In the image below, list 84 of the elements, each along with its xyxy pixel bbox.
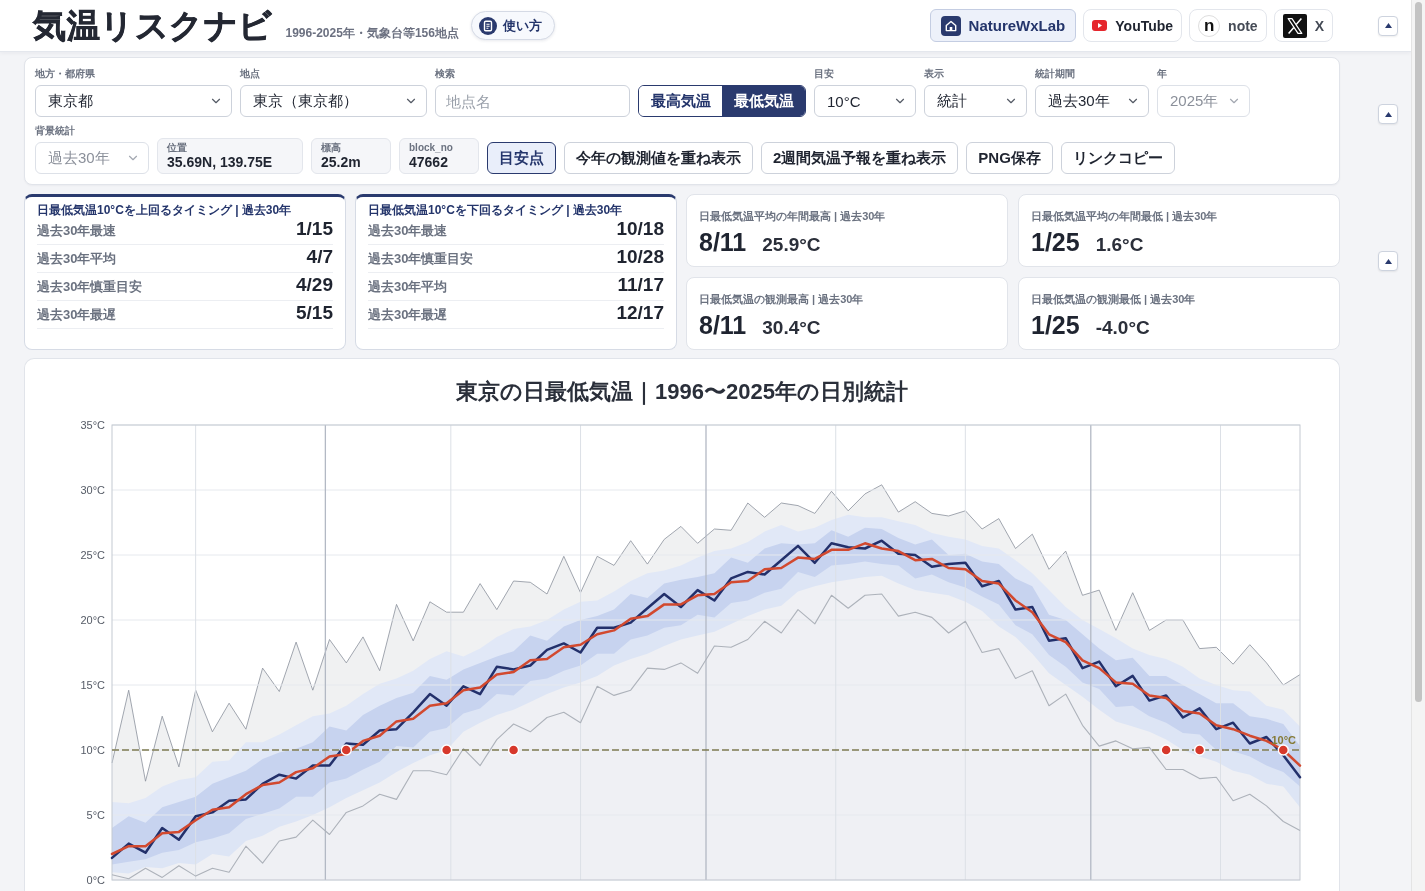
y-axis-label: 20°C [80,614,105,626]
card-title: 日最低気温10°Cを上回るタイミング | 過去30年 [37,203,293,217]
letter-n-icon: n [1198,14,1221,37]
stat-label: 過去30年平均 [368,278,448,296]
caret-up-icon [1384,258,1392,264]
info-value: 47662 [409,153,448,171]
app-subtitle: 1996-2025年・気象台等156地点 [285,24,459,42]
stat-value: 4/7 [306,246,333,268]
date-value: 8/11 [699,227,747,257]
field-label: 表示 [924,68,944,80]
tool-button[interactable]: PNG保存 [966,142,1053,174]
toggle-option[interactable]: 最低気温 [722,86,805,116]
y-axis-label: 10°C [80,744,105,756]
x-icon [1282,13,1307,38]
card-title: 日最低気温の観測最高 | 過去30年 [699,293,864,306]
tool-button[interactable]: 2週間気温予報を重ね表示 [761,142,959,174]
info-label: block_no [409,141,453,154]
field-label: 地点 [240,68,260,80]
field-label: 検索 [435,68,455,80]
house-icon [940,15,961,36]
stat-value: 1/15 [296,218,333,240]
card-title: 日最低気温10°Cを下回るタイミング | 過去30年 [368,203,624,217]
card-title: 日最低気温平均の年間最高 | 過去30年 [699,210,886,223]
y-axis-label: 35°C [80,419,105,431]
threshold-label: 10°C [1271,734,1296,746]
info-value: 25.2m [321,153,361,171]
chart-title: 東京の日最低気温｜1996〜2025年の日別統計 [456,378,908,407]
link-button[interactable]: NatureWxLab [929,9,1077,42]
dropdown[interactable]: 東京都 [35,85,232,117]
link-button[interactable]: X [1273,9,1333,42]
stat-value: 10/28 [616,246,664,268]
back-to-top-button[interactable] [1378,104,1398,124]
temperature-value: 1.6°C [1095,233,1144,257]
field-label: 地方・都府県 [35,68,95,80]
tool-button[interactable]: 今年の観測値を重ね表示 [564,142,753,174]
info-label: 標高 [321,141,341,154]
date-value: 8/11 [699,310,747,340]
stat-value: 11/17 [617,274,664,296]
tool-button[interactable]: 目安点 [487,142,556,174]
stat-label: 過去30年平均 [37,250,117,268]
date-value: 1/25 [1031,227,1080,257]
stat-label: 過去30年慎重目安 [37,278,143,296]
caret-up-icon [1384,111,1392,117]
field-label: 統計期間 [1035,68,1075,80]
stat-label: 過去30年最遅 [368,306,448,324]
stat-value: 12/17 [616,302,664,324]
stat-label: 過去30年最速 [37,222,117,240]
y-axis-label: 5°C [86,809,105,821]
y-axis-label: 25°C [80,549,105,561]
field-label: 目安 [814,68,834,80]
y-axis-label: 15°C [80,679,105,691]
card-title: 日最低気温の観測最低 | 過去30年 [1031,293,1196,306]
back-to-top-button[interactable] [1378,251,1398,271]
y-axis-label: 0°C [86,874,105,886]
temperature-value: -4.0°C [1095,316,1150,340]
search-field[interactable]: 地点名 [435,85,630,117]
info-value: 35.69N, 139.75E [167,153,273,171]
caret-up-icon [1384,23,1392,28]
temperature-value: 25.9°C [762,233,821,257]
stat-label: 過去30年最遅 [37,306,117,324]
dropdown[interactable]: 東京（東京都） [240,85,427,117]
document-icon [478,16,497,35]
stat-label: 過去30年慎重目安 [368,250,474,268]
stat-value: 4/29 [296,274,333,296]
dropdown[interactable]: 10°C [814,85,916,117]
app-title: 気温リスクナビ [33,5,273,46]
help-button[interactable]: 使い方 [470,11,555,40]
tool-button[interactable]: リンクコピー [1060,142,1175,174]
temperature-value: 30.4°C [762,316,821,340]
info-label: 位置 [167,141,187,154]
play-icon [1092,20,1108,31]
date-value: 1/25 [1031,310,1080,340]
stat-label: 過去30年最速 [368,222,448,240]
stat-value: 10/18 [616,218,664,240]
back-to-top-button[interactable] [1378,15,1398,36]
y-axis-label: 30°C [80,484,105,496]
field-label: 背景統計 [35,125,75,137]
stat-value: 5/15 [296,302,333,324]
link-button[interactable]: n note [1189,9,1267,42]
dropdown[interactable]: 過去30年 [1035,85,1149,117]
field-label: 年 [1157,68,1167,80]
dropdown[interactable]: 統計 [924,85,1027,117]
card-title: 日最低気温平均の年間最低 | 過去30年 [1031,210,1218,223]
link-button[interactable]: YouTube [1083,9,1183,42]
